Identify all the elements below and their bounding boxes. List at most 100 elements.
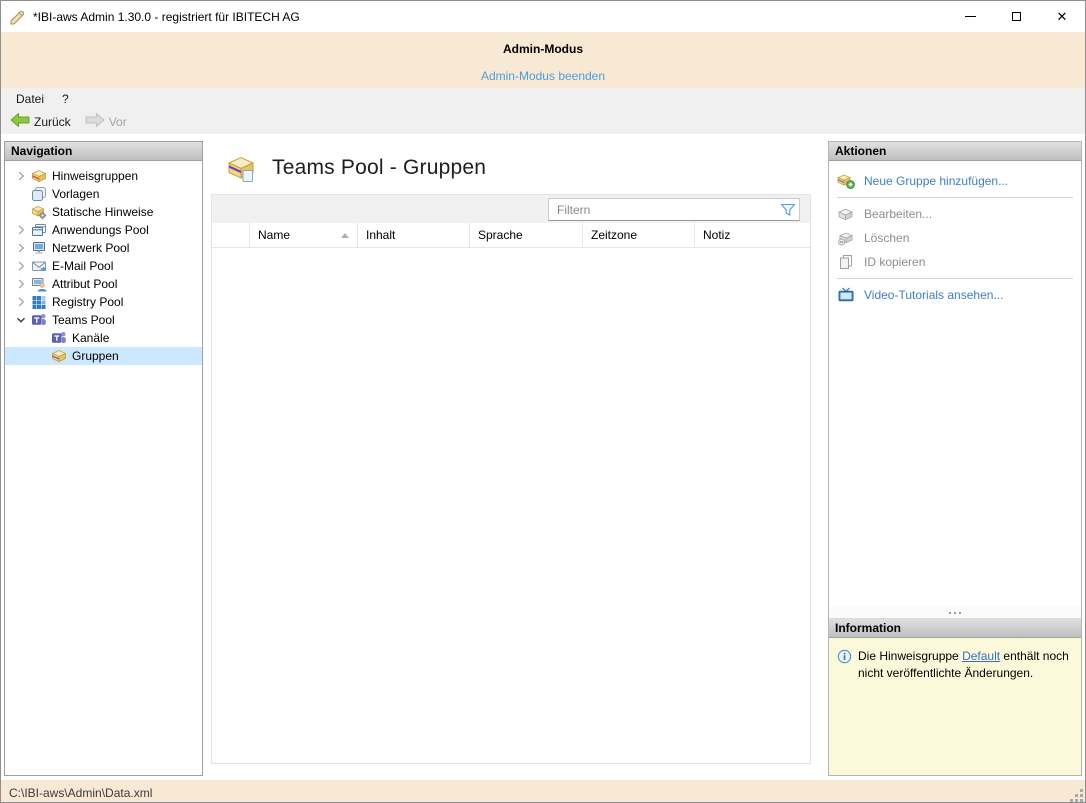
chevron-right-icon[interactable] <box>13 168 29 184</box>
teams-pool-icon <box>31 312 47 328</box>
minimize-icon <box>964 16 976 17</box>
status-bar: C:\IBI-aws\Admin\Data.xml <box>1 780 1085 802</box>
filter-row <box>212 194 810 223</box>
delete-group-icon <box>837 230 855 246</box>
chevron-right-icon[interactable] <box>13 258 29 274</box>
filter-funnel-icon[interactable] <box>777 203 799 217</box>
nav-item-email-pool[interactable]: E-Mail Pool <box>5 257 202 275</box>
nav-item-label: Kanäle <box>72 331 110 345</box>
notice-group-icon <box>31 168 47 184</box>
nav-item-label: Anwendungs Pool <box>52 223 149 237</box>
toolbar: Zurück Vor <box>1 109 1085 134</box>
maximize-button[interactable] <box>993 1 1039 32</box>
column-label: Sprache <box>478 228 523 242</box>
delete-action[interactable]: Löschen <box>829 226 1081 250</box>
nav-item-attribut-pool[interactable]: Attribut Pool <box>5 275 202 293</box>
actions-panel: Neue Gruppe hinzufügen... Bearbeiten... … <box>829 161 1081 607</box>
column-header-name[interactable]: Name <box>250 223 358 247</box>
navigation-tree: Hinweisgruppen Vorlagen Statische Hinwei… <box>5 161 202 775</box>
nav-item-label: Gruppen <box>72 349 119 363</box>
edit-group-icon <box>837 206 855 222</box>
column-header-sprache[interactable]: Sprache <box>470 223 583 247</box>
nav-item-netzwerk-pool[interactable]: Netzwerk Pool <box>5 239 202 257</box>
column-label: Inhalt <box>366 228 396 242</box>
copy-id-icon <box>837 254 855 270</box>
column-header-inhalt[interactable]: Inhalt <box>358 223 470 247</box>
nav-item-label: Hinweisgruppen <box>52 169 139 183</box>
add-group-icon <box>836 173 855 189</box>
nav-item-kanaele[interactable]: Kanäle <box>5 329 202 347</box>
maximize-icon <box>1011 12 1021 21</box>
copy-id-action[interactable]: ID kopieren <box>829 250 1081 274</box>
default-group-link[interactable]: Default <box>962 649 1000 663</box>
menu-datei[interactable]: Datei <box>7 90 53 108</box>
nav-item-hinweisgruppen[interactable]: Hinweisgruppen <box>5 167 202 185</box>
admin-mode-banner: Admin-Modus Admin-Modus beenden <box>1 32 1085 88</box>
attribute-pool-icon <box>31 276 47 292</box>
panel-splitter[interactable] <box>829 607 1081 619</box>
chevron-right-icon[interactable] <box>13 222 29 238</box>
nav-item-statische-hinweise[interactable]: Statische Hinweise <box>5 203 202 221</box>
title-bar: *IBI-aws Admin 1.30.0 - registriert für … <box>1 1 1085 32</box>
action-label: Video-Tutorials ansehen... <box>864 288 1004 302</box>
forward-label: Vor <box>108 114 127 129</box>
filter-input[interactable] <box>549 202 777 217</box>
information-header: Information <box>829 619 1081 638</box>
main-panel: Teams Pool - Gruppen Name <box>211 141 811 764</box>
chevron-down-icon[interactable] <box>13 312 29 328</box>
action-label: Bearbeiten... <box>864 207 933 221</box>
application-pool-icon <box>31 222 47 238</box>
edit-action[interactable]: Bearbeiten... <box>829 202 1081 226</box>
resize-grip-icon[interactable] <box>1069 788 1083 802</box>
menu-bar: Datei ? <box>1 88 1085 109</box>
right-sidebar: Aktionen Neue Gruppe hinzufügen... Bearb… <box>828 141 1082 776</box>
registry-pool-icon <box>31 294 47 310</box>
close-icon: ✕ <box>1056 9 1068 24</box>
teams-groups-icon <box>226 153 256 183</box>
groups-table: Name Inhalt Sprache Zeitzone Notiz <box>211 194 811 764</box>
actions-header: Aktionen <box>829 142 1081 161</box>
back-arrow-icon <box>10 112 30 131</box>
chevron-right-icon[interactable] <box>13 294 29 310</box>
admin-mode-exit-link[interactable]: Admin-Modus beenden <box>481 69 605 83</box>
action-label: ID kopieren <box>864 255 926 269</box>
video-tutorials-action[interactable]: Video-Tutorials ansehen... <box>829 283 1081 307</box>
actions-separator <box>837 278 1073 279</box>
nav-item-label: E-Mail Pool <box>52 259 114 273</box>
minimize-button[interactable] <box>947 1 993 32</box>
row-selector-column <box>212 223 250 247</box>
group-box-icon <box>51 348 67 364</box>
column-header-notiz[interactable]: Notiz <box>695 223 810 247</box>
nav-item-vorlagen[interactable]: Vorlagen <box>5 185 202 203</box>
email-pool-icon <box>31 258 47 274</box>
add-group-action[interactable]: Neue Gruppe hinzufügen... <box>829 169 1081 193</box>
window-title: *IBI-aws Admin 1.30.0 - registriert für … <box>33 9 300 24</box>
forward-button[interactable]: Vor <box>82 111 130 132</box>
table-body-empty[interactable] <box>212 248 810 763</box>
chevron-right-icon[interactable] <box>13 240 29 256</box>
menu-help[interactable]: ? <box>53 90 78 108</box>
nav-item-label: Statische Hinweise <box>52 205 154 219</box>
nav-item-anwendungs-pool[interactable]: Anwendungs Pool <box>5 221 202 239</box>
nav-item-label: Netzwerk Pool <box>52 241 130 255</box>
column-header-zeitzone[interactable]: Zeitzone <box>583 223 695 247</box>
information-message: Die Hinweisgruppe Default enthält noch n… <box>858 648 1073 765</box>
nav-item-gruppen[interactable]: Gruppen <box>5 347 202 365</box>
chevron-right-icon[interactable] <box>13 276 29 292</box>
app-icon <box>9 8 27 26</box>
teams-channel-icon <box>51 330 67 346</box>
back-button[interactable]: Zurück <box>7 111 74 132</box>
action-label: Löschen <box>864 231 910 245</box>
column-label: Notiz <box>703 228 731 242</box>
admin-mode-title: Admin-Modus <box>503 42 583 56</box>
network-pool-icon <box>31 240 47 256</box>
splitter-grip-icon <box>949 611 961 614</box>
navigation-panel: Navigation Hinweisgruppen Vorlagen Stati… <box>4 141 203 776</box>
nav-item-teams-pool[interactable]: Teams Pool <box>5 311 202 329</box>
sort-ascending-icon <box>341 232 349 238</box>
close-button[interactable]: ✕ <box>1039 1 1085 32</box>
templates-icon <box>31 186 47 202</box>
info-message-prefix: Die Hinweisgruppe <box>858 649 963 663</box>
nav-item-label: Registry Pool <box>52 295 124 309</box>
nav-item-registry-pool[interactable]: Registry Pool <box>5 293 202 311</box>
